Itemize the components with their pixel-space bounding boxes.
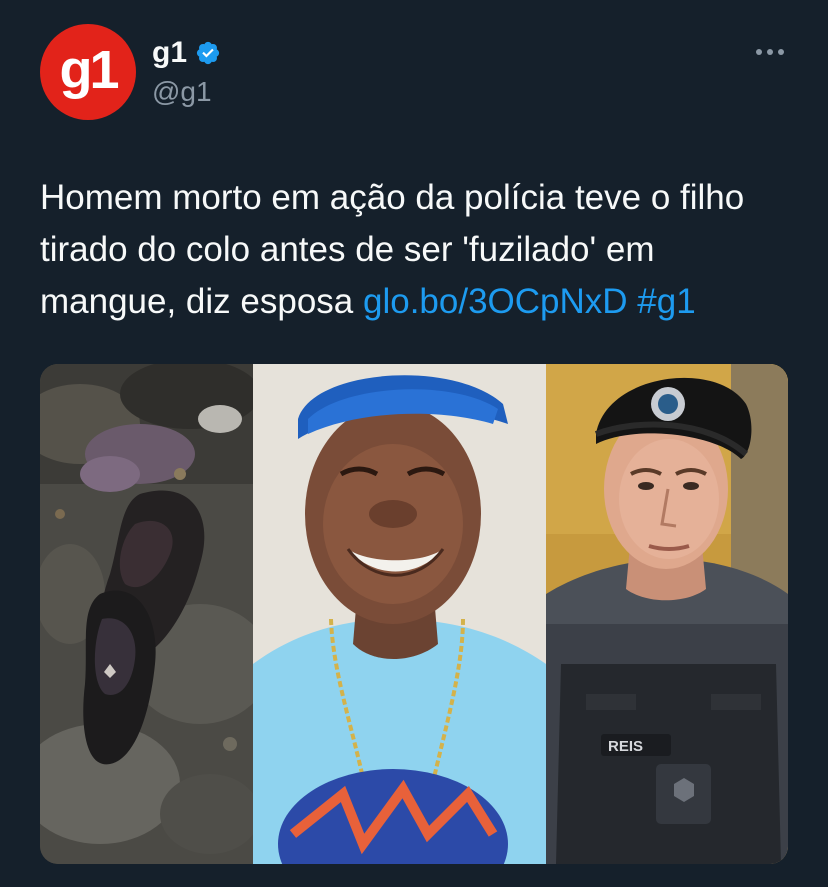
more-options-icon [756,49,784,55]
more-options-button[interactable] [752,40,788,64]
media-photo-sandals[interactable] [40,364,253,864]
media-photo-officer[interactable]: REIS [546,364,788,864]
name-row: g1 [152,36,221,70]
user-handle[interactable]: @g1 [152,76,221,108]
officer-name-tag: REIS [608,738,643,755]
tweet: g1 g1 @g1 Homem morto em ação da polícia… [0,0,828,887]
avatar[interactable]: g1 [40,24,136,120]
tweet-hashtag[interactable]: #g1 [637,282,695,321]
avatar-logo-text: g1 [59,40,119,100]
tweet-text: Homem morto em ação da polícia teve o fi… [40,172,800,328]
tweet-media[interactable]: REIS [40,364,788,864]
display-name[interactable]: g1 [152,36,187,70]
author-block: g1 @g1 [152,36,221,108]
verified-badge-icon [195,40,221,66]
media-photo-victim[interactable] [253,364,546,864]
tweet-link[interactable]: glo.bo/3OCpNxD [363,282,628,321]
